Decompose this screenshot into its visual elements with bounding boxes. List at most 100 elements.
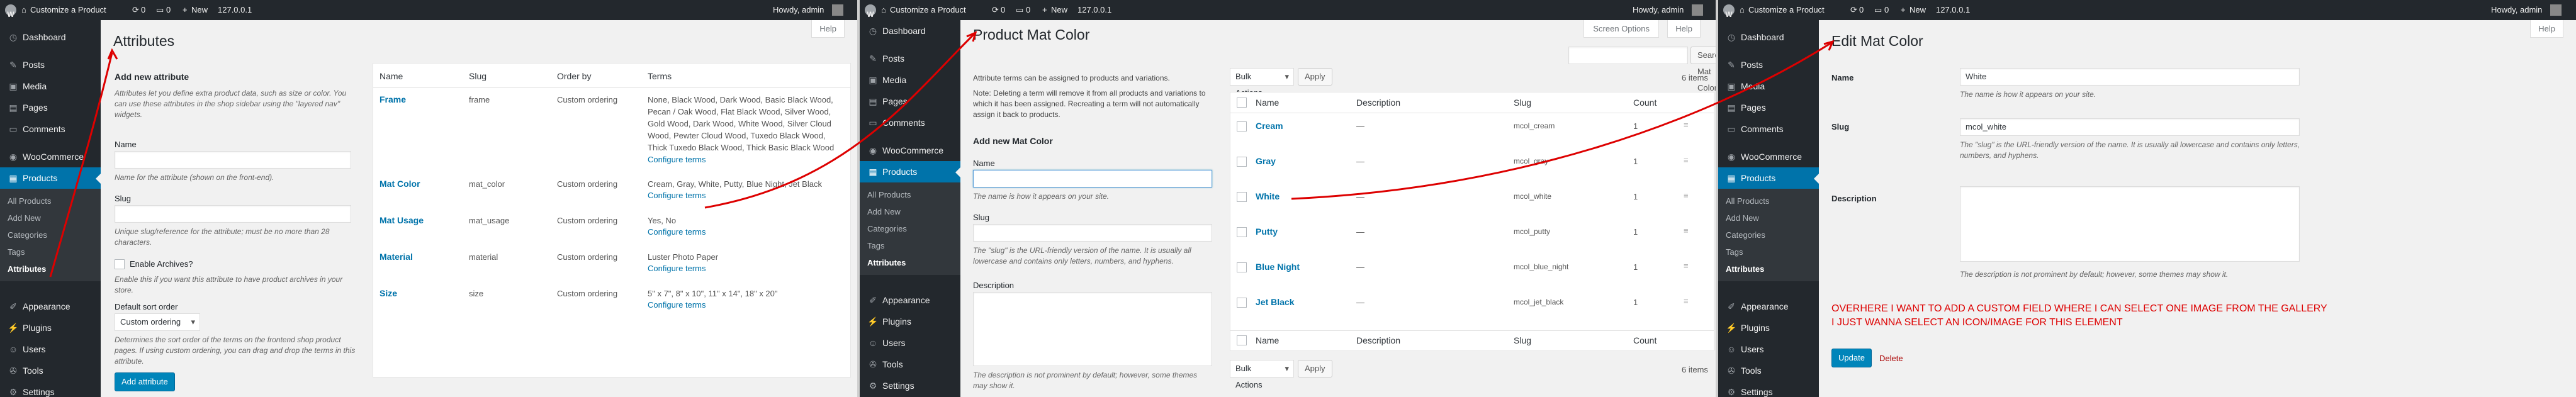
sidebar-item-dashboard[interactable]: ◷ Dashboard bbox=[0, 26, 101, 48]
col-slug[interactable]: Slug bbox=[1514, 98, 1531, 108]
apply-button-bottom[interactable]: Apply bbox=[1298, 360, 1332, 377]
new-plus-icon[interactable]: + bbox=[1901, 0, 1906, 20]
add-attribute-button[interactable]: Add attribute bbox=[115, 372, 175, 391]
ip-label[interactable]: 127.0.0.1 bbox=[1077, 0, 1111, 20]
sidebar-item-products[interactable]: ▦ Products bbox=[860, 161, 960, 182]
apply-button[interactable]: Apply bbox=[1298, 68, 1332, 86]
attribute-slug-input[interactable] bbox=[115, 205, 351, 223]
site-name-link[interactable]: Customize a Product bbox=[30, 0, 106, 20]
col-order[interactable]: Order by bbox=[557, 71, 591, 81]
updates-icon[interactable]: ⟳ bbox=[1850, 0, 1857, 20]
sidebar-item-users[interactable]: ☺ Users bbox=[0, 338, 101, 360]
submenu-all-products[interactable]: All Products bbox=[1718, 193, 1819, 210]
sidebar-item-comments[interactable]: ▭ Comments bbox=[0, 118, 101, 140]
sidebar-item-settings[interactable]: ⚙ Settings bbox=[1718, 381, 1819, 397]
new-plus-icon[interactable]: + bbox=[183, 0, 188, 20]
drag-handle-icon[interactable]: ≡ bbox=[1684, 120, 1689, 130]
sidebar-item-tools[interactable]: ✇ Tools bbox=[860, 354, 960, 375]
sidebar-item-appearance[interactable]: ✐ Appearance bbox=[0, 296, 101, 317]
row-count[interactable]: 1 bbox=[1633, 120, 1638, 132]
sidebar-item-woocommerce[interactable]: ◉ WooCommerce bbox=[1718, 146, 1819, 167]
sidebar-item-users[interactable]: ☺ Users bbox=[860, 332, 960, 354]
avatar[interactable] bbox=[2550, 4, 2562, 16]
sidebar-item-products[interactable]: ▦ Products bbox=[1718, 167, 1819, 189]
sidebar-item-media[interactable]: ▣ Media bbox=[1718, 75, 1819, 97]
row-checkbox[interactable] bbox=[1237, 262, 1247, 272]
col-name-footer[interactable]: Name bbox=[1256, 335, 1279, 345]
configure-terms-link[interactable]: Configure terms bbox=[648, 226, 706, 238]
row-count[interactable]: 1 bbox=[1633, 155, 1638, 167]
new-content-link[interactable]: New bbox=[1910, 0, 1926, 20]
row-count[interactable]: 1 bbox=[1633, 261, 1638, 273]
sidebar-item-media[interactable]: ▣ Media bbox=[860, 69, 960, 91]
avatar[interactable] bbox=[1692, 4, 1703, 16]
sidebar-item-tools[interactable]: ✇ Tools bbox=[0, 360, 101, 381]
sidebar-item-woocommerce[interactable]: ◉ WooCommerce bbox=[860, 140, 960, 161]
sidebar-item-appearance[interactable]: ✐ Appearance bbox=[860, 289, 960, 311]
sidebar-item-users[interactable]: ☺ Users bbox=[1718, 338, 1819, 360]
row-count[interactable]: 1 bbox=[1633, 191, 1638, 203]
sort-order-select[interactable]: Custom ordering bbox=[115, 313, 200, 331]
sidebar-item-dashboard[interactable]: ◷ Dashboard bbox=[860, 20, 960, 42]
wordpress-logo-icon[interactable]: W bbox=[865, 4, 876, 19]
drag-handle-icon[interactable]: ≡ bbox=[1684, 296, 1689, 306]
submenu-all-products[interactable]: All Products bbox=[0, 193, 101, 210]
term-name-input[interactable] bbox=[973, 170, 1212, 187]
sidebar-item-posts[interactable]: ✎ Posts bbox=[0, 54, 101, 75]
site-name-link[interactable]: Customize a Product bbox=[890, 0, 966, 20]
submenu-add-new[interactable]: Add New bbox=[0, 210, 101, 226]
drag-handle-icon[interactable]: ≡ bbox=[1684, 261, 1689, 271]
row-name[interactable]: Frame bbox=[380, 94, 406, 106]
row-name[interactable]: Putty bbox=[1256, 226, 1278, 238]
comments-icon[interactable]: ▭ bbox=[1874, 0, 1882, 20]
comments-icon[interactable]: ▭ bbox=[1016, 0, 1023, 20]
sidebar-item-settings[interactable]: ⚙ Settings bbox=[860, 375, 960, 396]
avatar[interactable] bbox=[832, 4, 843, 16]
sidebar-item-posts[interactable]: ✎ Posts bbox=[1718, 54, 1819, 75]
col-name[interactable]: Name bbox=[380, 71, 403, 81]
new-content-link[interactable]: New bbox=[1051, 0, 1067, 20]
comments-count[interactable]: 0 bbox=[1884, 0, 1889, 20]
home-icon[interactable]: ⌂ bbox=[1740, 0, 1745, 20]
search-terms-input[interactable] bbox=[1568, 47, 1688, 64]
row-count[interactable]: 1 bbox=[1633, 296, 1638, 308]
updates-icon[interactable]: ⟳ bbox=[992, 0, 999, 20]
sidebar-item-tools[interactable]: ✇ Tools bbox=[1718, 360, 1819, 381]
sidebar-item-pages[interactable]: ▤ Pages bbox=[0, 97, 101, 118]
sidebar-item-appearance[interactable]: ✐ Appearance bbox=[1718, 296, 1819, 317]
select-all-checkbox-footer[interactable] bbox=[1237, 335, 1247, 345]
submenu-attributes[interactable]: Attributes bbox=[1718, 260, 1819, 277]
help-tab[interactable]: Help bbox=[1667, 20, 1701, 38]
sidebar-item-posts[interactable]: ✎ Posts bbox=[860, 48, 960, 69]
attribute-name-input[interactable] bbox=[115, 151, 351, 169]
row-checkbox[interactable] bbox=[1237, 192, 1247, 202]
col-count[interactable]: Count bbox=[1633, 98, 1656, 108]
col-description-footer[interactable]: Description bbox=[1356, 335, 1400, 345]
col-terms[interactable]: Terms bbox=[648, 71, 672, 81]
wordpress-logo-icon[interactable]: W bbox=[5, 4, 16, 19]
row-name[interactable]: Size bbox=[380, 288, 397, 299]
row-name[interactable]: Jet Black bbox=[1256, 296, 1294, 308]
configure-terms-link[interactable]: Configure terms bbox=[648, 262, 706, 274]
comments-count[interactable]: 0 bbox=[1026, 0, 1030, 20]
submenu-attributes[interactable]: Attributes bbox=[860, 254, 960, 271]
col-count-footer[interactable]: Count bbox=[1633, 335, 1656, 345]
home-icon[interactable]: ⌂ bbox=[881, 0, 886, 20]
submenu-tags[interactable]: Tags bbox=[860, 237, 960, 254]
row-count[interactable]: 1 bbox=[1633, 226, 1638, 238]
submenu-add-new[interactable]: Add New bbox=[1718, 210, 1819, 226]
bulk-actions-select-bottom[interactable]: Bulk Actions bbox=[1230, 360, 1294, 389]
drag-handle-icon[interactable]: ≡ bbox=[1684, 191, 1689, 200]
sidebar-item-media[interactable]: ▣ Media bbox=[0, 75, 101, 97]
configure-terms-link[interactable]: Configure terms bbox=[648, 299, 706, 311]
sidebar-item-woocommerce[interactable]: ◉ WooCommerce bbox=[0, 146, 101, 167]
row-name[interactable]: Mat Usage bbox=[380, 215, 424, 226]
submenu-tags[interactable]: Tags bbox=[1718, 243, 1819, 260]
col-slug[interactable]: Slug bbox=[469, 71, 487, 81]
submenu-all-products[interactable]: All Products bbox=[860, 186, 960, 203]
term-slug-input[interactable] bbox=[973, 224, 1212, 242]
help-tab[interactable]: Help bbox=[2530, 20, 2563, 38]
sidebar-item-pages[interactable]: ▤ Pages bbox=[860, 91, 960, 112]
new-plus-icon[interactable]: + bbox=[1042, 0, 1047, 20]
search-button[interactable]: Search Mat Color bbox=[1690, 47, 1716, 92]
